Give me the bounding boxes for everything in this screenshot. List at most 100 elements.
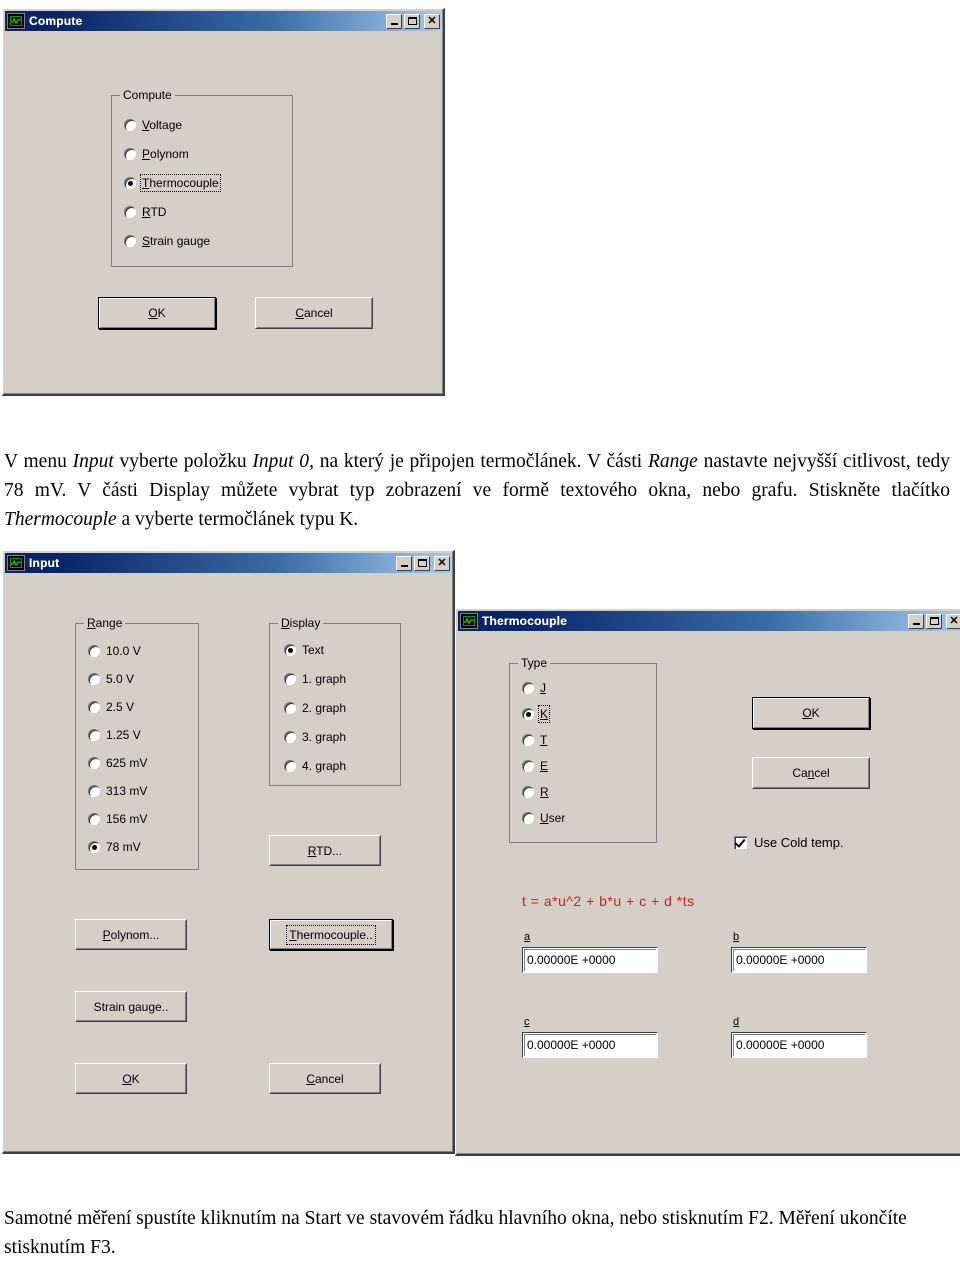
minimize-button[interactable]	[386, 13, 402, 29]
radio-thermocouple[interactable]: Thermocouple	[124, 174, 221, 192]
radio-indicator	[124, 206, 136, 218]
compute-window-title: Compute	[29, 14, 83, 28]
radio-label: 3. graph	[302, 730, 347, 744]
radio-type-k[interactable]: K	[522, 705, 551, 723]
minimize-button[interactable]	[396, 555, 412, 571]
radio-label: R	[540, 785, 549, 799]
input-ok-button[interactable]: OK	[75, 1063, 187, 1094]
radio-display-text[interactable]: Text	[284, 643, 324, 657]
radio-label: Polynom	[142, 147, 189, 161]
formula-text: t = a*u^2 + b*u + c + d *ts	[522, 893, 695, 909]
radio-voltage[interactable]: Voltage	[124, 118, 182, 132]
strain-gauge-button[interactable]: Strain gauge..	[75, 991, 187, 1022]
radio-indicator	[88, 841, 100, 853]
coefficient-a-field[interactable]: 0.00000E +0000	[522, 947, 658, 973]
coefficient-d-field[interactable]: 0.00000E +0000	[731, 1032, 867, 1058]
radio-rtd[interactable]: RTD	[124, 205, 166, 219]
rtd-button[interactable]: RTD...	[269, 835, 381, 866]
radio-label: 625 mV	[106, 756, 148, 770]
radio-label: 1. graph	[302, 672, 347, 686]
type-group-title: Type	[518, 656, 551, 670]
coefficient-b-field[interactable]: 0.00000E +0000	[731, 947, 867, 973]
radio-range-313mv[interactable]: 313 mV	[88, 784, 147, 798]
maximize-button[interactable]	[404, 13, 420, 29]
maximize-button[interactable]	[414, 555, 430, 571]
radio-display-graph-1[interactable]: 1. graph	[284, 672, 346, 686]
radio-indicator	[522, 786, 534, 798]
input-titlebar[interactable]: Input ✕	[5, 553, 451, 573]
input-cancel-label: Cancel	[306, 1071, 344, 1086]
radio-indicator	[284, 731, 296, 743]
radio-display-graph-2[interactable]: 2. graph	[284, 701, 346, 715]
close-button[interactable]: ✕	[424, 13, 440, 29]
rtd-button-label: RTD...	[307, 843, 343, 858]
input-cancel-button[interactable]: Cancel	[269, 1063, 381, 1094]
radio-label: 2.5 V	[106, 700, 135, 714]
close-button[interactable]: ✕	[434, 555, 450, 571]
radio-strain-gauge[interactable]: Strain gauge	[124, 234, 210, 248]
radio-type-e[interactable]: E	[522, 759, 548, 773]
compute-group-title: Compute	[120, 88, 175, 102]
radio-display-graph-3[interactable]: 3. graph	[284, 730, 346, 744]
radio-range-10v[interactable]: 10.0 V	[88, 644, 141, 658]
radio-indicator	[124, 177, 136, 189]
radio-range-78mv[interactable]: 78 mV	[88, 840, 141, 854]
radio-type-user[interactable]: User	[522, 811, 565, 825]
compute-ok-button[interactable]: OK	[98, 297, 216, 329]
scope-waveform-icon	[7, 13, 25, 29]
radio-label: Text	[302, 643, 325, 657]
radio-type-r[interactable]: R	[522, 785, 549, 799]
radio-label: User	[540, 811, 566, 825]
coefficient-d-value: 0.00000E +0000	[736, 1038, 825, 1052]
use-cold-temp-label: Use Cold temp.	[754, 835, 844, 850]
input-window-title: Input	[29, 556, 60, 570]
radio-type-j[interactable]: J	[522, 681, 546, 695]
radio-type-t[interactable]: T	[522, 733, 547, 747]
thermocouple-ok-button[interactable]: OK	[752, 697, 870, 729]
radio-label: 2. graph	[302, 701, 347, 715]
radio-range-625mv[interactable]: 625 mV	[88, 756, 147, 770]
compute-window-controls: ✕	[386, 13, 440, 29]
close-button[interactable]: ✕	[946, 613, 960, 629]
paragraph-bottom-text: Samotné měření spustíte kliknutím na Sta…	[4, 1208, 907, 1258]
radio-indicator	[88, 785, 100, 797]
radio-range-5v[interactable]: 5.0 V	[88, 672, 134, 686]
close-icon: ✕	[949, 614, 959, 627]
compute-titlebar[interactable]: Compute ✕	[5, 11, 441, 31]
minimize-icon	[400, 565, 408, 567]
radio-range-1-25v[interactable]: 1.25 V	[88, 728, 141, 742]
radio-label: J	[540, 681, 546, 695]
type-group: Type J K T E R User	[509, 656, 657, 843]
compute-cancel-button[interactable]: Cancel	[255, 297, 373, 329]
radio-label: E	[540, 759, 549, 773]
minimize-icon	[390, 23, 398, 25]
maximize-icon	[929, 617, 939, 625]
close-icon: ✕	[427, 14, 437, 27]
coefficient-c-field[interactable]: 0.00000E +0000	[522, 1032, 658, 1058]
use-cold-temp-checkbox[interactable]: Use Cold temp.	[734, 835, 844, 850]
coefficient-c-label: c	[524, 1016, 530, 1028]
display-group: Display Text 1. graph 2. graph 3. graph …	[269, 616, 401, 786]
scope-waveform-icon	[7, 555, 25, 571]
radio-indicator	[522, 682, 534, 694]
coefficient-b-value: 0.00000E +0000	[736, 953, 825, 967]
polynom-button[interactable]: Polynom...	[75, 919, 187, 950]
thermocouple-window-title: Thermocouple	[482, 614, 568, 628]
radio-indicator	[124, 148, 136, 160]
radio-label: 78 mV	[106, 840, 141, 854]
radio-range-156mv[interactable]: 156 mV	[88, 812, 147, 826]
close-icon: ✕	[437, 556, 447, 569]
thermocouple-cancel-label: Cancel	[792, 766, 830, 780]
minimize-button[interactable]	[908, 613, 924, 629]
radio-range-2-5v[interactable]: 2.5 V	[88, 700, 134, 714]
radio-label: 5.0 V	[106, 672, 135, 686]
radio-label: K	[537, 705, 551, 723]
maximize-button[interactable]	[926, 613, 942, 629]
radio-label: 156 mV	[106, 812, 148, 826]
thermocouple-titlebar[interactable]: Thermocouple ✕	[458, 611, 960, 631]
radio-display-graph-4[interactable]: 4. graph	[284, 759, 346, 773]
radio-polynom[interactable]: Polynom	[124, 147, 189, 161]
radio-label: Strain gauge	[142, 234, 211, 248]
thermocouple-button[interactable]: Thermocouple..	[269, 919, 393, 950]
thermocouple-cancel-button[interactable]: Cancel	[752, 757, 870, 789]
